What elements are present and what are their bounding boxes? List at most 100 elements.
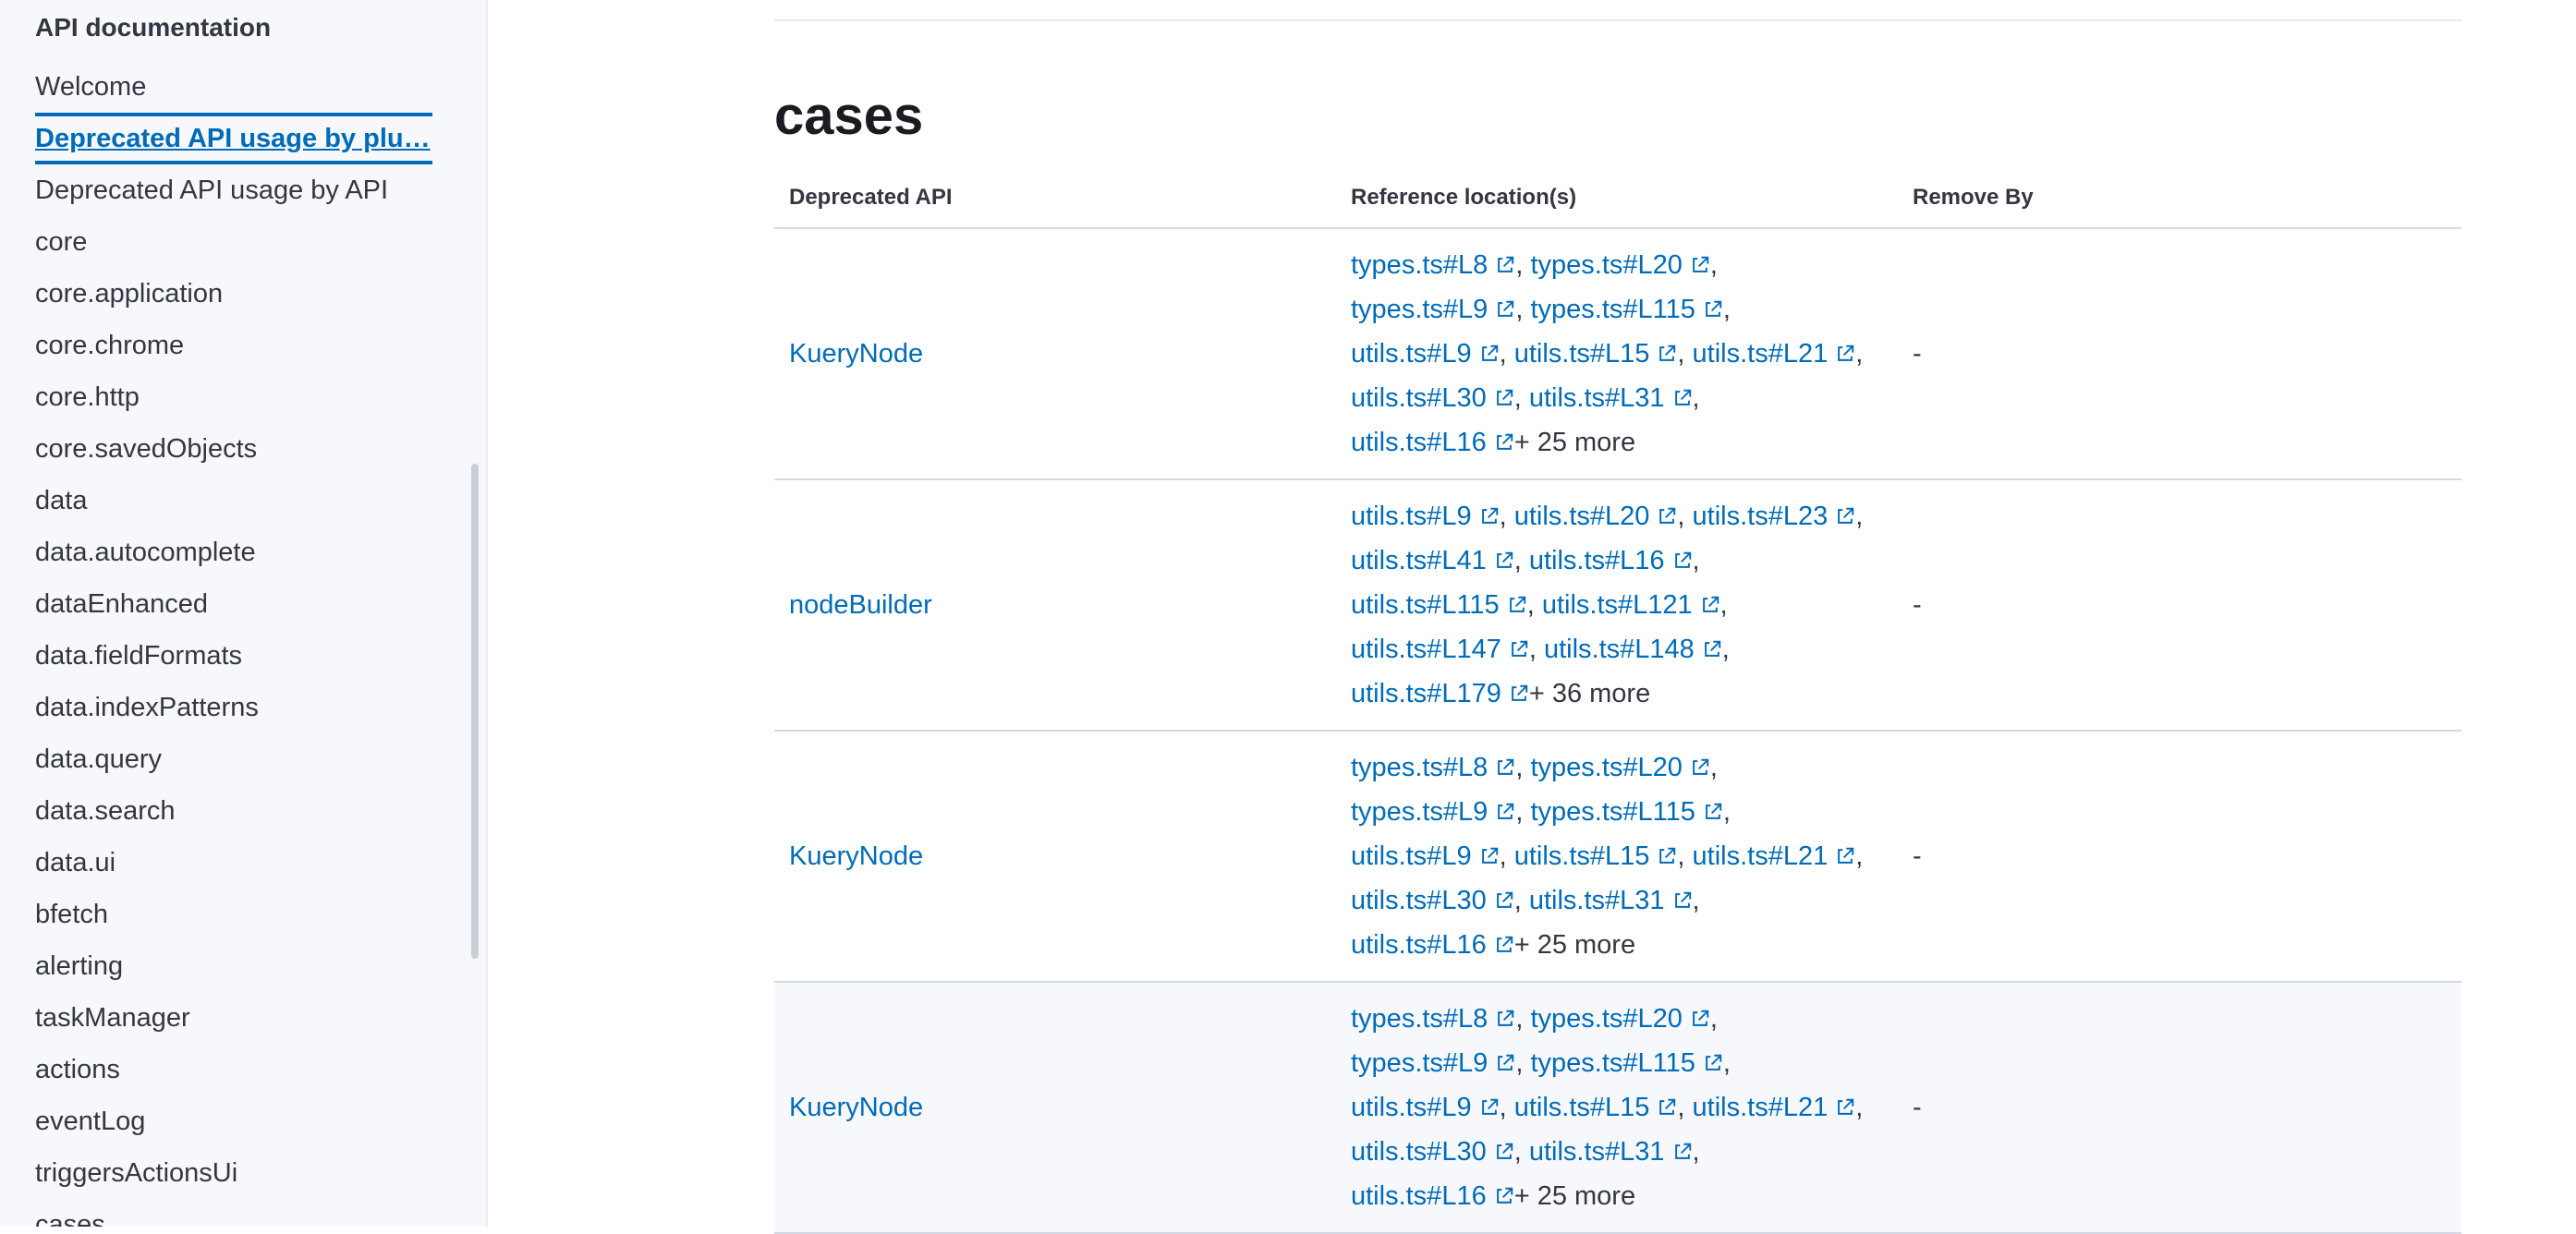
reference-link[interactable]: types.ts#L20 (1530, 753, 1709, 782)
reference-link[interactable]: utils.ts#L9 (1351, 339, 1500, 369)
reference-link-label: types.ts#L8 (1351, 1004, 1488, 1034)
reference-link[interactable]: utils.ts#L148 (1544, 635, 1722, 664)
reference-link[interactable]: utils.ts#L30 (1351, 886, 1514, 915)
sidebar-nav: Welcome Deprecated API usage by plu… Depre… (35, 61, 432, 1227)
reference-link[interactable]: utils.ts#L9 (1351, 502, 1500, 531)
reference-link[interactable]: types.ts#L8 (1351, 1004, 1515, 1034)
reference-link[interactable]: types.ts#L9 (1351, 295, 1515, 324)
reference-link[interactable]: utils.ts#L16 (1351, 1181, 1514, 1211)
reference-link[interactable]: utils.ts#L21 (1693, 339, 1856, 369)
sidebar-item-core-application[interactable]: core.application (35, 268, 432, 320)
external-link-icon (1494, 890, 1514, 911)
reference-link[interactable]: utils.ts#L9 (1351, 1093, 1500, 1122)
cell-remove-by: - (1913, 1092, 1922, 1122)
reference-link[interactable]: utils.ts#L20 (1514, 502, 1678, 531)
external-link-icon (1495, 299, 1515, 320)
cell-deprecated-api: KueryNode (774, 983, 1336, 1232)
section-divider (774, 19, 2461, 21)
reference-link-label: utils.ts#L21 (1692, 841, 1829, 871)
sidebar-item-welcome[interactable]: Welcome (35, 61, 432, 113)
deprecated-api-link[interactable]: KueryNode (789, 1093, 923, 1123)
reference-link-label: utils.ts#L15 (1513, 339, 1650, 369)
reference-link[interactable]: utils.ts#L30 (1351, 383, 1514, 413)
reference-link[interactable]: types.ts#L8 (1351, 753, 1515, 782)
reference-link[interactable]: types.ts#L115 (1530, 1048, 1722, 1078)
external-link-icon (1494, 1142, 1514, 1162)
external-link-icon (1657, 846, 1677, 866)
sidebar-item-dataenhanced[interactable]: dataEnhanced (35, 578, 432, 630)
reference-link-label: utils.ts#L30 (1351, 1137, 1487, 1167)
reference-link[interactable]: types.ts#L8 (1351, 250, 1515, 280)
more-references-count: + 25 more (1513, 930, 1636, 960)
reference-link-label: utils.ts#L31 (1528, 383, 1665, 413)
sidebar-item-data-indexpatterns[interactable]: data.indexPatterns (35, 682, 432, 733)
sidebar-item-data-autocomplete[interactable]: data.autocomplete (35, 526, 432, 578)
sidebar-item-eventlog[interactable]: eventLog (35, 1095, 432, 1147)
reference-link-label: utils.ts#L9 (1351, 339, 1472, 369)
main-content: cases Deprecated API Reference location(… (488, 0, 2576, 1234)
reference-link[interactable]: utils.ts#L15 (1514, 841, 1678, 871)
sidebar-item-alerting[interactable]: alerting (35, 940, 432, 992)
reference-link[interactable]: types.ts#L9 (1351, 797, 1515, 827)
sidebar-item-core-http[interactable]: core.http (35, 371, 432, 423)
reference-link[interactable]: utils.ts#L30 (1351, 1137, 1514, 1167)
sidebar-item-deprecated-api-usage-by-plu[interactable]: Deprecated API usage by plu… (35, 113, 432, 164)
external-link-icon (1672, 890, 1693, 911)
sidebar-item-data-ui[interactable]: data.ui (35, 837, 432, 889)
sidebar-item-data[interactable]: data (35, 475, 432, 526)
sidebar-item-core[interactable]: core (35, 216, 432, 268)
external-link-icon (1509, 639, 1529, 659)
sidebar-item-deprecated-api-usage-by-api[interactable]: Deprecated API usage by API (35, 164, 432, 216)
reference-link[interactable]: utils.ts#L9 (1351, 841, 1500, 871)
reference-link[interactable]: types.ts#L115 (1530, 295, 1722, 324)
sidebar-item-core-chrome[interactable]: core.chrome (35, 320, 432, 371)
reference-link[interactable]: types.ts#L20 (1530, 250, 1709, 280)
sidebar-item-cases[interactable]: cases (35, 1199, 432, 1227)
deprecated-api-link[interactable]: KueryNode (789, 339, 923, 369)
reference-link-label: types.ts#L115 (1530, 1048, 1695, 1078)
sidebar-item-data-query[interactable]: data.query (35, 733, 432, 785)
reference-link[interactable]: utils.ts#L179 (1351, 679, 1529, 708)
reference-link[interactable]: types.ts#L115 (1530, 797, 1722, 827)
reference-link[interactable]: utils.ts#L15 (1514, 1093, 1678, 1122)
reference-link[interactable]: types.ts#L20 (1530, 1004, 1709, 1034)
reference-link-label: types.ts#L20 (1530, 250, 1683, 280)
external-link-icon (1835, 506, 1855, 526)
reference-link[interactable]: utils.ts#L16 (1351, 930, 1514, 960)
reference-link[interactable]: utils.ts#L31 (1529, 383, 1693, 413)
reference-link-label: types.ts#L8 (1351, 250, 1488, 280)
reference-link[interactable]: utils.ts#L16 (1351, 428, 1514, 457)
external-link-icon (1494, 432, 1514, 453)
reference-link[interactable]: utils.ts#L23 (1693, 502, 1856, 531)
reference-link[interactable]: utils.ts#L31 (1529, 1137, 1693, 1167)
reference-link[interactable]: utils.ts#L16 (1529, 546, 1693, 575)
table-row: KueryNode types.ts#L8, types.ts#L20, type… (774, 732, 2461, 983)
external-link-icon (1509, 684, 1529, 704)
reference-link[interactable]: utils.ts#L15 (1514, 339, 1678, 369)
sidebar-item-data-fieldformats[interactable]: data.fieldFormats (35, 630, 432, 682)
sidebar-item-actions[interactable]: actions (35, 1044, 432, 1095)
deprecated-api-link[interactable]: KueryNode (789, 841, 923, 872)
reference-link-label: utils.ts#L15 (1513, 841, 1650, 871)
reference-link[interactable]: types.ts#L9 (1351, 1048, 1515, 1078)
reference-link[interactable]: utils.ts#L147 (1351, 635, 1529, 664)
reference-link[interactable]: utils.ts#L21 (1693, 841, 1856, 871)
sidebar-item-data-search[interactable]: data.search (35, 785, 432, 837)
external-link-icon (1835, 344, 1855, 364)
reference-link-label: utils.ts#L9 (1351, 502, 1472, 531)
deprecated-api-link[interactable]: nodeBuilder (789, 590, 932, 621)
reference-link[interactable]: utils.ts#L115 (1351, 590, 1527, 620)
reference-link[interactable]: utils.ts#L21 (1693, 1093, 1856, 1122)
reference-link[interactable]: utils.ts#L121 (1542, 590, 1720, 620)
reference-link[interactable]: utils.ts#L41 (1351, 546, 1514, 575)
reference-link[interactable]: utils.ts#L31 (1529, 886, 1693, 915)
sidebar-item-triggersactionsui[interactable]: triggersActionsUi (35, 1147, 432, 1199)
sidebar-item-taskmanager[interactable]: taskManager (35, 992, 432, 1044)
sidebar-item-bfetch[interactable]: bfetch (35, 889, 432, 940)
reference-link-label: utils.ts#L16 (1351, 428, 1487, 457)
external-link-icon (1672, 1142, 1693, 1162)
reference-link-label: types.ts#L115 (1530, 797, 1695, 827)
sidebar-scrollbar[interactable] (471, 464, 479, 959)
sidebar-item-core-savedobjects[interactable]: core.savedObjects (35, 423, 432, 475)
table-header: Deprecated API Reference location(s) Rem… (774, 168, 2461, 229)
